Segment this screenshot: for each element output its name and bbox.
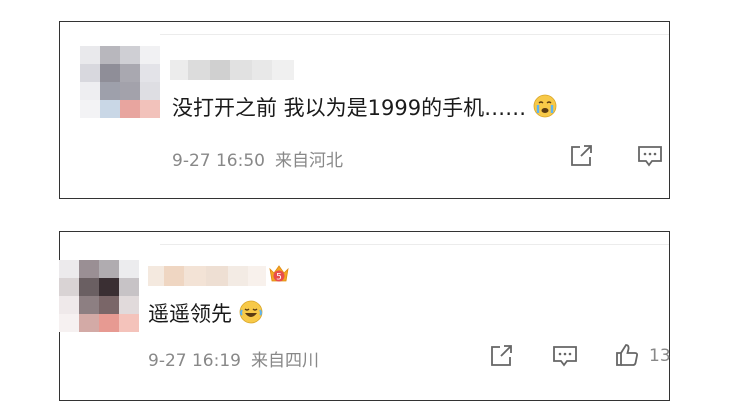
comment-text-content: 没打开之前 我以为是1999的手机…… [172, 96, 527, 120]
comment-time: 9-27 16:19 [148, 351, 241, 371]
comment-card-1: 没打开之前 我以为是1999的手机…… 9-27 16:50 来自河北 [59, 21, 670, 199]
like-count: 13 [649, 346, 671, 366]
tears-of-joy-face-icon [239, 300, 263, 324]
comment-meta: 9-27 16:50 来自河北 [172, 146, 353, 171]
crying-face-icon [533, 94, 557, 118]
comment-text: 遥遥领先 [148, 298, 263, 328]
comment-card-2: 5 遥遥领先 9-27 16:19 来自四川 13 [59, 231, 671, 401]
divider [160, 34, 669, 35]
comment-meta: 9-27 16:19 来自四川 [148, 346, 329, 371]
avatar[interactable] [80, 46, 160, 118]
vip-crown-badge-icon: 5 [269, 265, 289, 283]
comment-time: 9-27 16:50 [172, 151, 265, 171]
like-thumb-icon[interactable] [614, 342, 640, 368]
comment-icon[interactable] [552, 344, 578, 368]
comment-location: 来自四川 [250, 351, 319, 371]
share-icon[interactable] [569, 144, 595, 168]
share-icon[interactable] [489, 344, 515, 368]
comment-text: 没打开之前 我以为是1999的手机…… [172, 92, 557, 122]
username-blurred[interactable] [170, 60, 294, 80]
comment-location: 来自河北 [274, 151, 343, 171]
divider [160, 244, 669, 245]
vip-level-number: 5 [276, 273, 282, 283]
avatar[interactable] [59, 260, 139, 332]
comment-icon[interactable] [637, 144, 663, 168]
username-blurred[interactable] [148, 266, 266, 286]
comment-text-content: 遥遥领先 [148, 302, 232, 326]
